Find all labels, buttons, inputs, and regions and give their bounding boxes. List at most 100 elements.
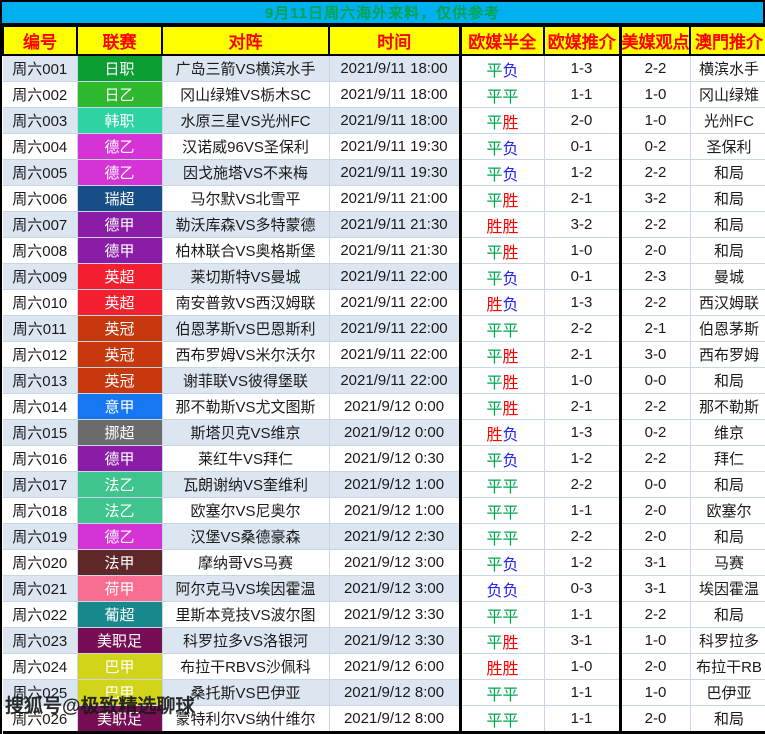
macau-pick-cell: 拜仁 xyxy=(690,446,765,472)
match-cell: 斯塔贝克VS维京 xyxy=(162,420,329,446)
match-number-cell: 周六014 xyxy=(3,394,77,420)
league-badge: 德甲 xyxy=(77,446,162,472)
half-full-cell: 平平 xyxy=(460,472,544,498)
time-cell: 2021/9/11 18:00 xyxy=(329,82,460,108)
table-row: 周六020法甲摩纳哥VS马赛2021/9/12 3:00平负1-23-1马赛 xyxy=(3,550,765,576)
time-cell: 2021/9/12 2:30 xyxy=(329,524,460,550)
table-row: 周六016德甲莱红牛VS拜仁2021/9/12 0:30平负1-22-2拜仁 xyxy=(3,446,765,472)
league-badge: 法乙 xyxy=(77,498,162,524)
time-cell: 2021/9/12 0:00 xyxy=(329,394,460,420)
time-cell: 2021/9/11 22:00 xyxy=(329,316,460,342)
half-full-cell: 平平 xyxy=(460,498,544,524)
match-number-cell: 周六010 xyxy=(3,290,77,316)
match-number-cell: 周六019 xyxy=(3,524,77,550)
outcome-char: 负 xyxy=(503,63,519,80)
us-view-cell: 2-1 xyxy=(620,316,690,342)
match-number-cell: 周六006 xyxy=(3,186,77,212)
time-cell: 2021/9/12 8:00 xyxy=(329,680,460,706)
euro-pick-cell: 3-2 xyxy=(544,212,620,238)
league-badge: 英冠 xyxy=(77,316,162,342)
half-full-cell: 平胜 xyxy=(460,368,544,394)
outcome-char: 平 xyxy=(503,531,519,548)
table-row: 周六018法乙欧塞尔VS尼奥尔2021/9/12 1:00平平1-12-0欧塞尔 xyxy=(3,498,765,524)
match-cell: 谢菲联VS彼得堡联 xyxy=(162,368,329,394)
half-full-cell: 平负 xyxy=(460,134,544,160)
euro-pick-cell: 1-2 xyxy=(544,550,620,576)
match-number-cell: 周六023 xyxy=(3,628,77,654)
match-cell: 科罗拉多VS洛银河 xyxy=(162,628,329,654)
table-row: 周六006瑞超马尔默VS北雪平2021/9/11 21:00平胜2-13-2和局 xyxy=(3,186,765,212)
league-badge: 瑞超 xyxy=(77,186,162,212)
league-badge: 英超 xyxy=(77,290,162,316)
outcome-char: 平 xyxy=(486,375,502,392)
match-number-cell: 周六007 xyxy=(3,212,77,238)
table-row: 周六019德乙汉堡VS桑德豪森2021/9/12 2:30平平2-22-0和局 xyxy=(3,524,765,550)
us-view-cell: 0-0 xyxy=(620,368,690,394)
outcome-char: 负 xyxy=(486,583,502,600)
euro-pick-cell: 1-3 xyxy=(544,55,620,82)
us-view-cell: 2-0 xyxy=(620,706,690,733)
macau-pick-cell: 和局 xyxy=(690,368,765,394)
table-row: 周六017法乙瓦朗谢纳VS奎维利2021/9/12 1:00平平2-20-0和局 xyxy=(3,472,765,498)
outcome-char: 平 xyxy=(486,557,502,574)
match-cell: 那不勒斯VS尤文图斯 xyxy=(162,394,329,420)
euro-pick-cell: 0-1 xyxy=(544,264,620,290)
outcome-char: 胜 xyxy=(486,427,502,444)
match-number-cell: 周六018 xyxy=(3,498,77,524)
time-cell: 2021/9/11 18:00 xyxy=(329,108,460,134)
col-header-number: 编号 xyxy=(3,26,77,55)
us-view-cell: 3-2 xyxy=(620,186,690,212)
euro-pick-cell: 2-1 xyxy=(544,342,620,368)
us-view-cell: 2-0 xyxy=(620,524,690,550)
us-view-cell: 2-2 xyxy=(620,446,690,472)
macau-pick-cell: 西布罗姆 xyxy=(690,342,765,368)
outcome-char: 平 xyxy=(503,505,519,522)
match-cell: 汉堡VS桑德豪森 xyxy=(162,524,329,550)
us-view-cell: 2-3 xyxy=(620,264,690,290)
match-number-cell: 周六020 xyxy=(3,550,77,576)
table-row: 周六014意甲那不勒斯VS尤文图斯2021/9/12 0:00平胜2-12-2那… xyxy=(3,394,765,420)
match-number-cell: 周六024 xyxy=(3,654,77,680)
outcome-char: 平 xyxy=(503,323,519,340)
euro-pick-cell: 2-2 xyxy=(544,472,620,498)
us-view-cell: 2-2 xyxy=(620,55,690,82)
outcome-char: 平 xyxy=(486,349,502,366)
us-view-cell: 2-0 xyxy=(620,238,690,264)
league-badge: 法甲 xyxy=(77,550,162,576)
us-view-cell: 2-2 xyxy=(620,602,690,628)
match-number-cell: 周六011 xyxy=(3,316,77,342)
match-cell: 南安普敦VS西汉姆联 xyxy=(162,290,329,316)
league-badge: 美职足 xyxy=(77,628,162,654)
table-row: 周六002日乙冈山绿雉VS栃木SC2021/9/11 18:00平平1-11-0… xyxy=(3,82,765,108)
outcome-char: 负 xyxy=(503,297,519,314)
outcome-char: 平 xyxy=(503,713,519,730)
match-cell: 莱红牛VS拜仁 xyxy=(162,446,329,472)
outcome-char: 平 xyxy=(486,193,502,210)
match-number-cell: 周六004 xyxy=(3,134,77,160)
match-number-cell: 周六008 xyxy=(3,238,77,264)
time-cell: 2021/9/11 18:00 xyxy=(329,55,460,82)
macau-pick-cell: 和局 xyxy=(690,238,765,264)
matches-table: 编号 联赛 对阵 时间 欧媒半全 欧媒推介 美媒观点 澳門推介 周六001日职广… xyxy=(2,25,765,734)
match-cell: 布拉干RBVS沙佩科 xyxy=(162,654,329,680)
match-number-cell: 周六002 xyxy=(3,82,77,108)
match-number-cell: 周六005 xyxy=(3,160,77,186)
col-header-euro-halffull: 欧媒半全 xyxy=(460,26,544,55)
outcome-char: 负 xyxy=(503,141,519,158)
macau-pick-cell: 维京 xyxy=(690,420,765,446)
time-cell: 2021/9/11 21:00 xyxy=(329,186,460,212)
col-header-league: 联赛 xyxy=(77,26,162,55)
time-cell: 2021/9/12 3:30 xyxy=(329,602,460,628)
league-badge: 德乙 xyxy=(77,134,162,160)
outcome-char: 负 xyxy=(503,427,519,444)
outcome-char: 平 xyxy=(486,713,502,730)
match-number-cell: 周六017 xyxy=(3,472,77,498)
time-cell: 2021/9/11 21:30 xyxy=(329,238,460,264)
col-header-us-view: 美媒观点 xyxy=(620,26,690,55)
outcome-char: 胜 xyxy=(503,193,519,210)
league-badge: 日乙 xyxy=(77,82,162,108)
match-cell: 马尔默VS北雪平 xyxy=(162,186,329,212)
match-cell: 汉诺威96VS圣保利 xyxy=(162,134,329,160)
us-view-cell: 0-0 xyxy=(620,472,690,498)
table-row: 周六013英冠谢菲联VS彼得堡联2021/9/11 22:00平胜1-00-0和… xyxy=(3,368,765,394)
